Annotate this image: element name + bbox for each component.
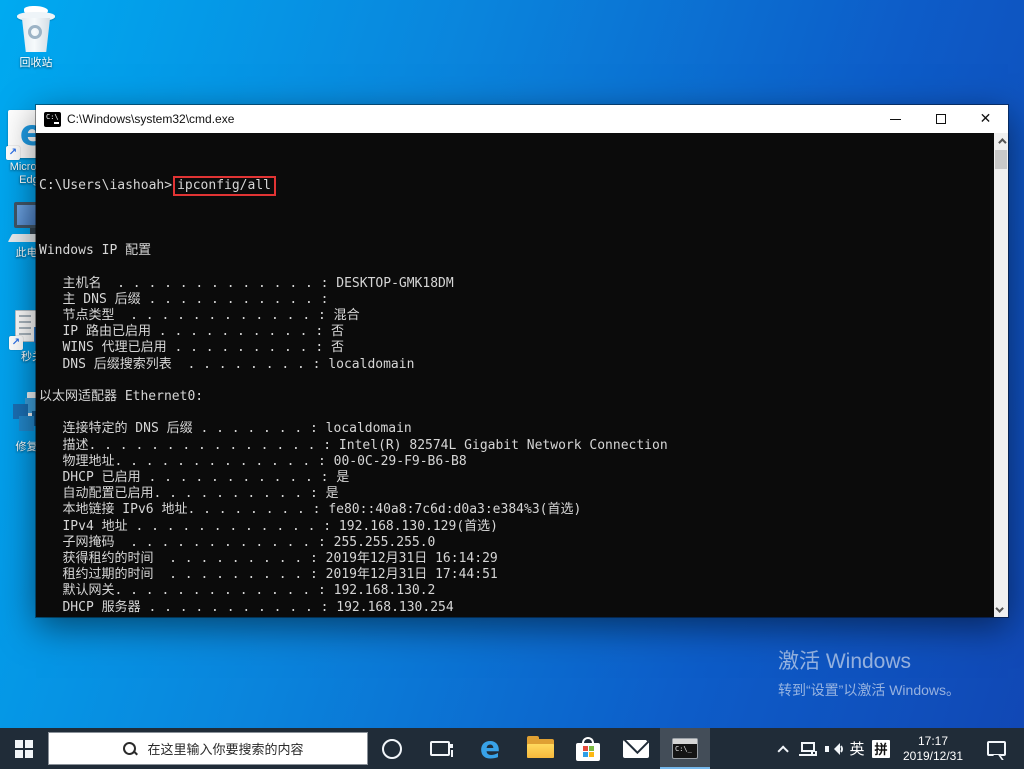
title-bar[interactable]: C:\Windows\system32\cmd.exe ✕ bbox=[36, 105, 1008, 133]
ime-mode-button[interactable]: 拼 bbox=[868, 728, 894, 769]
window-title: C:\Windows\system32\cmd.exe bbox=[67, 112, 234, 126]
prompt-line: C:\Users\iashoah>ipconfig/all bbox=[39, 178, 994, 194]
command-highlight: ipconfig/all bbox=[173, 176, 276, 196]
tray-expand-button[interactable] bbox=[768, 728, 794, 769]
maximize-button[interactable] bbox=[918, 105, 963, 133]
shortcut-arrow-icon: ↗ bbox=[6, 146, 20, 160]
action-center-icon bbox=[987, 741, 1006, 756]
chevron-up-icon bbox=[777, 745, 788, 756]
recycle-bin-label: 回收站 bbox=[6, 57, 66, 70]
ime-language-label: 英 bbox=[849, 738, 864, 759]
recycle-bin-icon bbox=[14, 6, 58, 54]
desktop: 回收站 e ↗ Microsoft Edge 此电脑 ↗ 秒关 修复开 bbox=[0, 0, 1024, 769]
search-input[interactable]: 在这里输入你要搜索的内容 bbox=[48, 732, 368, 765]
ime-language-button[interactable]: 英 bbox=[844, 728, 870, 769]
network-tray-button[interactable] bbox=[794, 728, 822, 769]
cortana-icon bbox=[382, 739, 402, 759]
scrollbar[interactable] bbox=[994, 133, 1008, 617]
search-icon bbox=[122, 741, 138, 757]
scrollbar-thumb[interactable] bbox=[995, 150, 1007, 169]
mail-button[interactable] bbox=[614, 728, 658, 769]
console-output: Windows IP 配置 主机名 . . . . . . . . . . . … bbox=[39, 227, 994, 617]
taskbar: 在这里输入你要搜索的内容 e 英 拼 17:17 bbox=[0, 728, 1024, 769]
prompt-text: C:\Users\iashoah> bbox=[39, 178, 172, 193]
edge-icon: e bbox=[480, 731, 500, 766]
cmd-window: C:\Windows\system32\cmd.exe ✕ C:\Users\i… bbox=[36, 105, 1008, 617]
task-view-button[interactable] bbox=[420, 728, 460, 769]
start-button[interactable] bbox=[0, 728, 48, 769]
watermark-title: 激活 Windows bbox=[778, 645, 960, 675]
task-view-icon bbox=[430, 741, 450, 756]
clock-time: 17:17 bbox=[918, 734, 948, 749]
action-center-button[interactable] bbox=[976, 728, 1016, 769]
folder-icon bbox=[527, 739, 554, 758]
scroll-down-icon[interactable] bbox=[994, 602, 1008, 617]
network-icon bbox=[799, 742, 817, 756]
activation-watermark: 激活 Windows 转到“设置”以激活 Windows。 bbox=[778, 645, 960, 700]
cortana-button[interactable] bbox=[372, 728, 412, 769]
store-icon bbox=[576, 737, 600, 761]
taskbar-cmd-button[interactable] bbox=[660, 728, 710, 769]
watermark-subtitle: 转到“设置”以激活 Windows。 bbox=[778, 680, 960, 700]
ime-mode-icon: 拼 bbox=[872, 740, 890, 758]
cmd-icon bbox=[44, 112, 61, 127]
desktop-icon-recycle-bin[interactable]: 回收站 bbox=[6, 6, 66, 70]
minimize-button[interactable] bbox=[873, 105, 918, 133]
clock-date: 2019/12/31 bbox=[903, 749, 963, 764]
mail-icon bbox=[623, 740, 649, 758]
clock[interactable]: 17:17 2019/12/31 bbox=[896, 728, 970, 769]
close-button[interactable]: ✕ bbox=[963, 105, 1008, 133]
shortcut-arrow-icon: ↗ bbox=[9, 336, 23, 350]
console[interactable]: C:\Users\iashoah>ipconfig/all Windows IP… bbox=[36, 133, 994, 617]
file-explorer-button[interactable] bbox=[518, 728, 562, 769]
cmd-icon bbox=[672, 738, 698, 759]
store-button[interactable] bbox=[566, 728, 610, 769]
windows-logo-icon bbox=[15, 740, 33, 758]
taskbar-edge-button[interactable]: e bbox=[468, 728, 512, 769]
search-placeholder: 在这里输入你要搜索的内容 bbox=[147, 739, 303, 758]
volume-icon bbox=[825, 741, 843, 757]
scroll-up-icon[interactable] bbox=[994, 133, 1008, 148]
